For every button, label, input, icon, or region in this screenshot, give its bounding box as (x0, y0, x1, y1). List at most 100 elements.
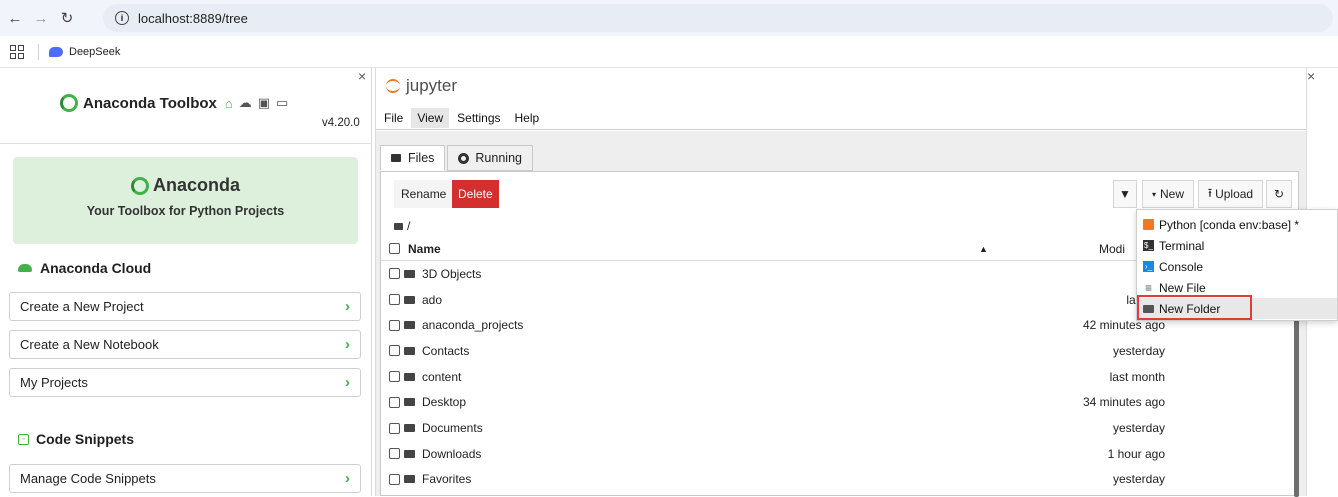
menu-item-terminal[interactable]: $_ Terminal (1137, 235, 1337, 256)
refresh-icon[interactable]: ↻ (1266, 180, 1292, 208)
breadcrumb[interactable]: / (394, 219, 410, 233)
close-icon[interactable]: × (1307, 68, 1315, 84)
menu-settings[interactable]: Settings (451, 108, 506, 128)
tab-files[interactable]: Files (380, 145, 446, 171)
row-checkbox[interactable] (389, 319, 400, 331)
menu-item-console[interactable]: ›_ Console (1137, 256, 1337, 277)
bookmark-divider (38, 43, 39, 60)
file-name[interactable]: Desktop (422, 395, 466, 409)
manage-code-snippets-button[interactable]: Manage Code Snippets › (9, 464, 361, 493)
monitor-icon[interactable]: ▭ (276, 95, 288, 111)
upload-button[interactable]: ⭱ Upload (1198, 180, 1263, 208)
file-modified: yesterday (1112, 343, 1165, 358)
folder-icon (394, 222, 403, 230)
column-modified[interactable]: Modi (1099, 242, 1125, 256)
home-icon[interactable]: ⌂ (225, 96, 233, 111)
file-name[interactable]: Favorites (422, 472, 471, 486)
section-label: Anaconda Cloud (40, 260, 152, 276)
row-checkbox[interactable] (389, 294, 400, 306)
row-checkbox[interactable] (389, 345, 400, 357)
file-row[interactable]: content last month (381, 364, 1299, 390)
file-name[interactable]: ado (422, 293, 442, 307)
file-row[interactable]: Documents yesterday (381, 415, 1299, 441)
chevron-right-icon: › (345, 336, 350, 353)
file-modified: last month (1109, 369, 1165, 384)
folder-icon (404, 372, 415, 381)
select-all-checkbox[interactable] (389, 243, 400, 254)
file-name[interactable]: content (422, 370, 461, 384)
row-checkbox[interactable] (389, 473, 400, 485)
file-row[interactable]: Downloads 1 hour ago (381, 441, 1299, 467)
anaconda-logo-icon (130, 176, 149, 195)
python-notebook-icon (1143, 219, 1154, 230)
tab-running[interactable]: Running (447, 145, 533, 171)
close-icon[interactable]: × (358, 68, 366, 84)
menu-item-label: Terminal (1159, 238, 1205, 253)
toolbox-title: Anaconda Toolbox (83, 94, 217, 112)
menu-bar: File View Settings Help (376, 106, 1306, 130)
file-row[interactable]: Contacts yesterday (381, 338, 1299, 364)
browser-address-bar: ← → ↻ i localhost:8889/tree (0, 0, 1338, 36)
create-new-notebook-button[interactable]: Create a New Notebook › (9, 330, 361, 359)
file-row[interactable]: Favorites yesterday (381, 467, 1299, 493)
action-label: Create a New Project (20, 299, 144, 314)
section-code-snippets: ▫ Code Snippets (18, 431, 134, 447)
file-modified: yesterday (1112, 421, 1165, 436)
section-anaconda-cloud: Anaconda Cloud (18, 260, 151, 276)
upload-icon: ⭱ (1207, 185, 1213, 200)
forward-arrow-icon[interactable]: → (30, 7, 52, 29)
column-name[interactable]: Name (408, 242, 441, 256)
reload-icon[interactable]: ↻ (56, 7, 78, 29)
file-name[interactable]: Downloads (422, 447, 481, 461)
folder-icon (404, 424, 415, 433)
site-info-icon[interactable]: i (115, 11, 129, 25)
cloud-icon[interactable]: ☁ (239, 95, 252, 111)
action-label: Create a New Notebook (20, 337, 159, 352)
delete-button[interactable]: Delete (452, 180, 499, 208)
file-name[interactable]: anaconda_projects (422, 318, 523, 332)
menu-help[interactable]: Help (509, 108, 546, 128)
file-modified: 34 minutes ago (1082, 395, 1165, 410)
folder-icon (404, 449, 415, 458)
row-checkbox[interactable] (389, 422, 400, 434)
file-name[interactable]: Contacts (422, 344, 469, 358)
file-name[interactable]: 3D Objects (422, 267, 481, 281)
cloud-icon (18, 264, 32, 272)
row-checkbox[interactable] (389, 371, 400, 383)
sort-ascending-icon[interactable]: ▲ (979, 244, 988, 254)
apps-grid-icon[interactable] (10, 44, 24, 59)
menu-item-label: Console (1159, 259, 1204, 274)
back-arrow-icon[interactable]: ← (4, 7, 26, 29)
banner-subtitle: Your Toolbox for Python Projects (86, 204, 285, 218)
my-projects-button[interactable]: My Projects › (9, 368, 361, 397)
banner-title: Anaconda (152, 175, 240, 195)
menu-file[interactable]: File (378, 108, 409, 128)
folder-icon (404, 321, 415, 330)
url-text: localhost:8889/tree (138, 10, 248, 26)
tab-label: Files (408, 151, 435, 165)
jupyter-logo-text: jupyter (406, 76, 458, 95)
anaconda-logo-icon (60, 94, 78, 112)
file-name[interactable]: Documents (422, 421, 483, 435)
url-bar[interactable]: i localhost:8889/tree (103, 4, 1333, 32)
chevron-right-icon: › (345, 298, 350, 315)
file-modified: 1 hour ago (1107, 446, 1165, 461)
jupyter-logo: jupyter (386, 76, 457, 96)
menu-view[interactable]: View (411, 107, 450, 128)
new-label: New (1160, 187, 1185, 201)
row-checkbox[interactable] (389, 448, 400, 460)
filter-icon[interactable]: ▼ (1113, 180, 1137, 208)
row-checkbox[interactable] (389, 268, 400, 280)
code-icon[interactable]: ▣ (258, 95, 270, 111)
new-button[interactable]: ▾ New (1142, 180, 1194, 208)
create-new-project-button[interactable]: Create a New Project › (9, 292, 361, 321)
row-checkbox[interactable] (389, 396, 400, 408)
chevron-right-icon: › (345, 374, 350, 391)
bookmark-label: DeepSeek (69, 45, 121, 58)
folder-icon (404, 398, 415, 407)
menu-item-python-notebook[interactable]: Python [conda env:base] * (1137, 214, 1337, 235)
file-row[interactable]: Desktop 34 minutes ago (381, 390, 1299, 416)
bookmark-deepseek[interactable]: DeepSeek (49, 46, 120, 58)
rename-button[interactable]: Rename (394, 180, 454, 208)
bookmarks-bar: DeepSeek (0, 36, 1338, 68)
